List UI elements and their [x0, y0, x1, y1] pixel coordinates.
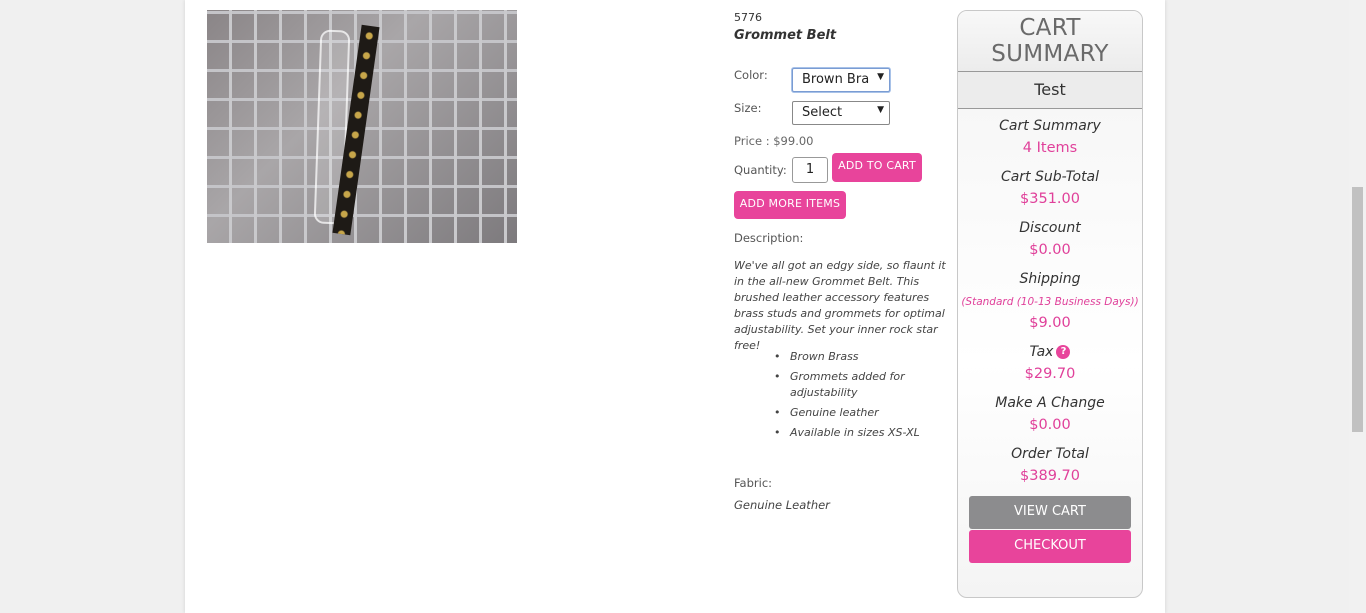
discount-value: $0.00	[1029, 242, 1071, 258]
fabric-value: Genuine Leather	[734, 498, 830, 512]
cart-summary-title: CART SUMMARY	[958, 11, 1142, 72]
make-change-label: Make A Change	[995, 395, 1105, 411]
shipping-label: Shipping	[1019, 271, 1081, 287]
subtotal-value: $351.00	[1020, 191, 1080, 207]
order-total-label: Order Total	[1011, 446, 1089, 462]
list-item: Available in sizes XS-XL	[774, 425, 954, 441]
discount-label: Discount	[1019, 220, 1081, 236]
fabric-label: Fabric:	[734, 476, 773, 490]
add-to-cart-button[interactable]: ADD TO CART	[832, 153, 922, 182]
cart-user-name: Test	[958, 72, 1142, 109]
product-sku: 5776	[734, 11, 762, 24]
page-scrollbar[interactable]	[1349, 0, 1366, 613]
make-change-value: $0.00	[1029, 417, 1071, 433]
help-icon[interactable]: ?	[1056, 345, 1071, 359]
subtotal-label: Cart Sub-Total	[1000, 169, 1100, 185]
view-cart-button[interactable]: VIEW CART	[969, 496, 1131, 529]
description-text: We've all got an edgy side, so flaunt it…	[734, 259, 946, 352]
product-image[interactable]	[207, 10, 517, 243]
cart-summary-panel: CART SUMMARY Test Cart Summary 4 Items C…	[957, 10, 1143, 598]
size-label: Size:	[734, 101, 762, 115]
list-item: Brown Brass	[774, 349, 954, 365]
shipping-method: (Standard (10-13 Business Days))	[961, 296, 1139, 308]
quantity-label: Quantity:	[734, 163, 787, 177]
tax-row: Tax?	[958, 344, 1142, 360]
cart-item-count: 4 Items	[1022, 140, 1078, 156]
tax-label: Tax	[1029, 344, 1054, 360]
description-label: Description:	[734, 231, 804, 245]
tax-value: $29.70	[1024, 366, 1076, 382]
product-price: Price : $99.00	[734, 134, 814, 148]
color-select-value: Brown Bra	[802, 72, 870, 87]
list-item: Genuine leather	[774, 405, 954, 421]
size-select[interactable]: Select ▼	[792, 101, 890, 125]
list-item: Grommets added for adjustability	[774, 369, 954, 401]
quantity-input[interactable]: 1	[792, 157, 828, 183]
scrollbar-thumb[interactable]	[1352, 187, 1363, 432]
checkout-button[interactable]: CHECKOUT	[969, 530, 1131, 563]
color-select[interactable]: Brown Bra ▼	[792, 68, 890, 92]
size-select-value: Select	[802, 105, 843, 120]
dropdown-arrow-icon: ▼	[877, 105, 884, 115]
color-label: Color:	[734, 68, 768, 82]
product-name: Grommet Belt	[734, 28, 837, 43]
order-total-value: $389.70	[1020, 468, 1080, 484]
product-page: 5776 Grommet Belt Color: Brown Bra ▼ Siz…	[185, 0, 1165, 613]
shipping-value: $9.00	[1029, 315, 1071, 331]
add-more-items-button[interactable]: ADD MORE ITEMS	[734, 191, 846, 219]
dropdown-arrow-icon: ▼	[877, 72, 884, 82]
feature-list: Brown Brass Grommets added for adjustabi…	[774, 349, 954, 445]
cart-summary-label: Cart Summary	[999, 118, 1101, 134]
